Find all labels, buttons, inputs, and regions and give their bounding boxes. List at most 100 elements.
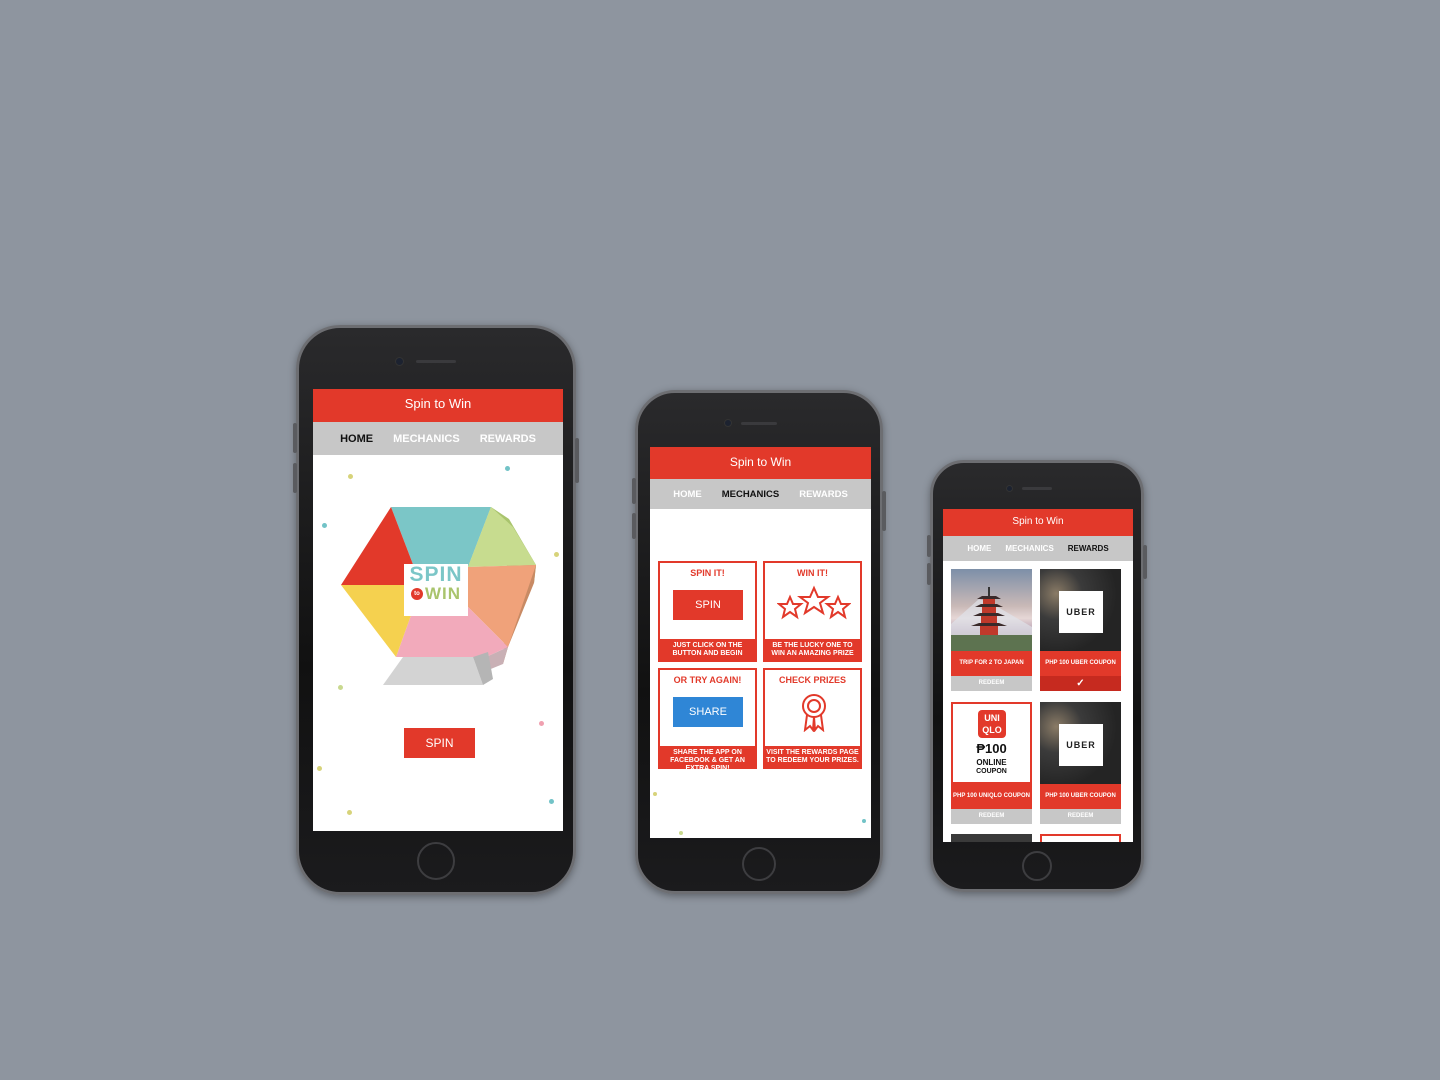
confetti-dot — [862, 819, 866, 823]
coupon-amount: ₱100 — [976, 741, 1007, 756]
power-button — [882, 491, 886, 531]
camera — [724, 419, 732, 427]
volume-button — [632, 513, 636, 539]
wheel-stand — [383, 657, 483, 685]
mechanics-card-win: WIN IT! BE THE LUCKY ONE TO WIN AN AMAZI… — [763, 561, 862, 662]
volume-button — [632, 478, 636, 504]
app-title-bar: Spin to Win — [943, 509, 1133, 536]
card-footer: JUST CLICK ON THE BUTTON AND BEGIN — [660, 639, 755, 660]
confetti-dot — [549, 799, 554, 804]
volume-button — [293, 423, 297, 453]
confetti-dot — [347, 810, 352, 815]
volume-button — [927, 563, 931, 585]
logo-win: WIN — [424, 584, 462, 603]
confetti-dot — [317, 766, 322, 771]
uniqlo-text: QLO — [982, 725, 1002, 735]
redeem-button[interactable]: REDEEM — [951, 676, 1032, 691]
tab-mechanics[interactable]: MECHANICS — [722, 489, 780, 500]
card-title: SPIN IT! — [690, 568, 725, 578]
uber-photo: UBER — [1040, 569, 1121, 651]
spin-button[interactable]: SPIN — [404, 728, 475, 758]
reward-card-partial — [1040, 834, 1121, 842]
redeem-button[interactable]: REDEEM — [1040, 809, 1121, 824]
logo-spin: SPIN — [409, 563, 463, 586]
uber-logo: UBER — [1059, 591, 1103, 633]
nav-bar: HOME MECHANICS REWARDS — [650, 479, 871, 509]
coupon-line: ONLINE — [976, 758, 1007, 767]
speaker — [1022, 487, 1052, 490]
confetti-dot — [348, 474, 353, 479]
reward-card: UBER PHP 100 UBER COUPON REDEEM — [1040, 702, 1121, 824]
card-title: WIN IT! — [797, 568, 828, 578]
screen: Spin to Win HOME MECHANICS REWARDS SPIN … — [650, 447, 871, 838]
speaker — [741, 422, 777, 425]
mechanics-card-spin: SPIN IT! SPIN JUST CLICK ON THE BUTTON A… — [658, 561, 757, 662]
spin-wheel[interactable] — [341, 507, 541, 707]
app-title: Spin to Win — [729, 455, 792, 469]
app-title: Spin to Win — [404, 396, 472, 411]
camera — [395, 357, 404, 366]
phone-home: Spin to Win HOME MECHANICS REWARDS SPIN … — [293, 325, 579, 895]
phone-rewards: Spin to Win HOME MECHANICS REWARDS TRIP … — [927, 460, 1147, 892]
camera — [1006, 485, 1013, 492]
confetti-dot — [679, 831, 683, 835]
home-button[interactable] — [417, 842, 455, 880]
reward-label: TRIP FOR 2 TO JAPAN — [951, 651, 1032, 676]
screen: Spin to Win HOME MECHANICS REWARDS — [313, 389, 563, 831]
reward-label: PHP 100 UBER COUPON — [1040, 651, 1121, 676]
spin-button[interactable]: SPIN — [673, 590, 743, 620]
power-button — [1143, 545, 1147, 579]
app-title-bar: Spin to Win — [650, 447, 871, 479]
logo-win-row: to WIN — [404, 585, 468, 603]
reward-label: PHP 100 UBER COUPON — [1040, 784, 1121, 809]
tab-rewards[interactable]: REWARDS — [799, 489, 848, 500]
screen: Spin to Win HOME MECHANICS REWARDS — [943, 509, 1133, 842]
confetti-dot — [322, 523, 327, 528]
ribbon-icon — [802, 694, 826, 732]
tab-rewards[interactable]: REWARDS — [480, 433, 536, 445]
mechanics-card-share: OR TRY AGAIN! SHARE SHARE THE APP ON FAC… — [658, 668, 757, 772]
logo-to: to — [410, 588, 423, 600]
uber-logo: UBER — [1059, 724, 1103, 766]
reward-card: TRIP FOR 2 TO JAPAN REDEEM — [951, 569, 1032, 691]
mechanics-card-prizes: CHECK PRIZES VISIT THE REWARDS PAGE TO R… — [763, 668, 862, 769]
tab-mechanics[interactable]: MECHANICS — [1005, 544, 1053, 553]
speaker — [416, 360, 456, 363]
home-button[interactable] — [742, 847, 776, 881]
reward-card: UBER PHP 100 UBER COUPON ✓ — [1040, 569, 1121, 691]
share-button[interactable]: SHARE — [673, 697, 743, 727]
coupon-line: COUPON — [976, 768, 1007, 775]
reward-label: PHP 100 UNIQLO COUPON — [951, 784, 1032, 809]
card-title: CHECK PRIZES — [778, 675, 846, 685]
stars-icon — [777, 585, 851, 620]
tab-home[interactable]: HOME — [340, 433, 373, 445]
home-button[interactable] — [1022, 851, 1052, 881]
volume-button — [293, 463, 297, 493]
card-title: OR TRY AGAIN! — [673, 675, 742, 685]
uniqlo-coupon: UNI QLO ₱100 ONLINE COUPON — [951, 702, 1032, 784]
reward-card-partial — [951, 834, 1032, 842]
confetti-dot — [539, 721, 544, 726]
confetti-dot — [653, 792, 657, 796]
tab-home[interactable]: HOME — [967, 544, 991, 553]
confetti-dot — [554, 552, 559, 557]
card-footer: VISIT THE REWARDS PAGE TO REDEEM YOUR PR… — [765, 746, 860, 767]
uniqlo-text: UNI — [984, 713, 1000, 723]
uber-photo: UBER — [1040, 702, 1121, 784]
phone-mechanics: Spin to Win HOME MECHANICS REWARDS SPIN … — [632, 390, 886, 894]
card-footer: SHARE THE APP ON FACEBOOK & GET AN EXTRA… — [660, 746, 755, 772]
card-footer: BE THE LUCKY ONE TO WIN AN AMAZING PRIZE — [765, 639, 860, 660]
reward-card: UNI QLO ₱100 ONLINE COUPON PHP 100 UNIQL… — [951, 702, 1032, 824]
uniqlo-logo: UNI QLO — [978, 710, 1006, 738]
tab-mechanics[interactable]: MECHANICS — [393, 433, 460, 445]
tab-rewards[interactable]: REWARDS — [1068, 544, 1109, 553]
pagoda-photo — [951, 569, 1032, 651]
redeem-button[interactable]: REDEEM — [951, 809, 1032, 824]
redeemed-check-icon: ✓ — [1040, 676, 1121, 691]
power-button — [575, 438, 579, 483]
volume-button — [927, 535, 931, 557]
tab-home[interactable]: HOME — [673, 489, 702, 500]
app-title: Spin to Win — [1012, 516, 1064, 527]
app-title-bar: Spin to Win — [313, 389, 563, 422]
confetti-dot — [505, 466, 510, 471]
